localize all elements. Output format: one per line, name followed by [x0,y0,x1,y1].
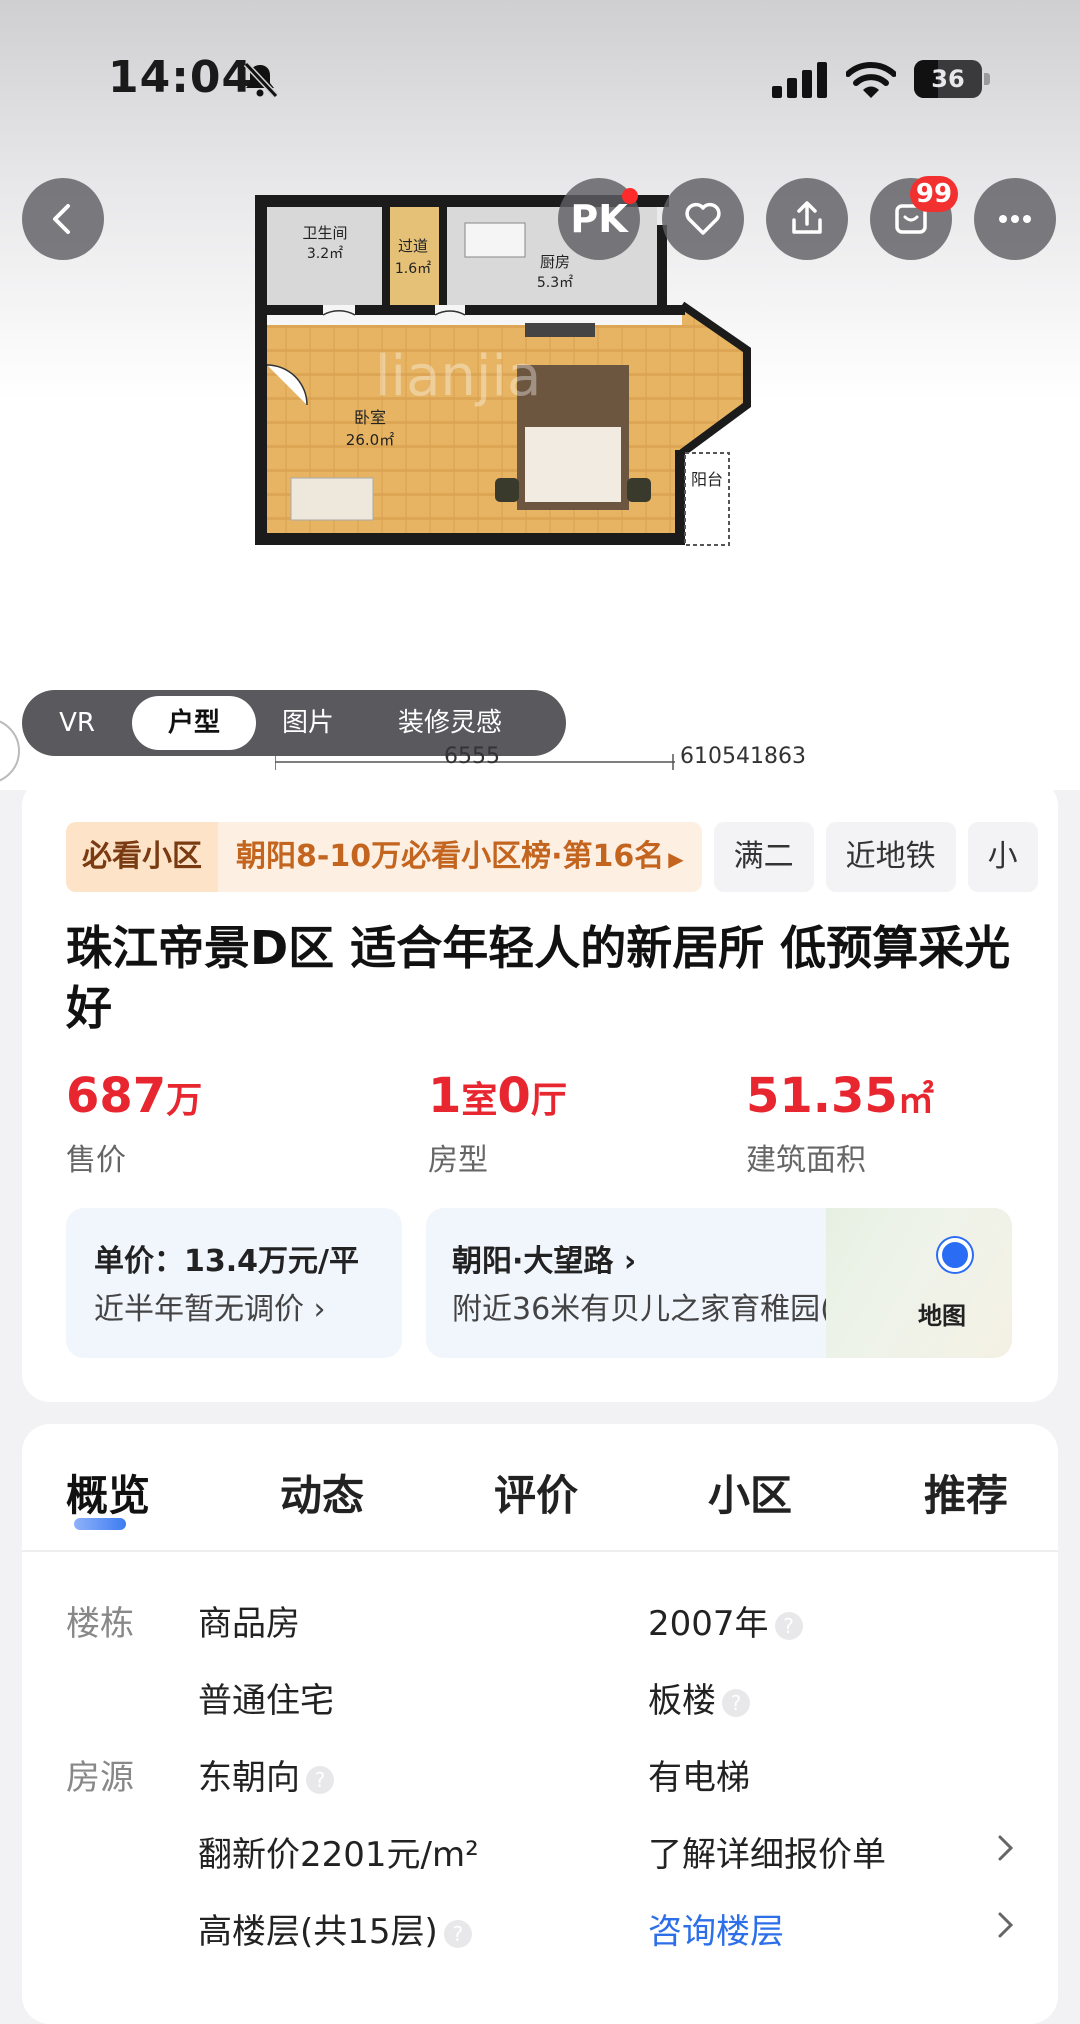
chevron-right-icon: › [313,1292,326,1327]
media-tab-photos[interactable]: 图片 [256,696,360,750]
tab-reviews[interactable]: 评价 [494,1462,578,1523]
tag-chip: 近地铁 [825,822,956,892]
more-dots-icon [999,215,1031,223]
dimension-right: 610541863 [680,744,806,769]
location-box[interactable]: 朝阳·大望路 › 附近36米有贝儿之家育稚园(... 地图 [426,1208,1012,1358]
price-value: 687 [66,1068,167,1124]
rank-tag[interactable]: 必看小区 朝阳8-10万必看小区榜·第16名 ▶ [66,822,702,892]
floorplan-room-name: 卫生间 [302,224,347,242]
more-button[interactable] [974,178,1056,260]
listing-title: 珠江帝景D区 适合年轻人的新居所 低预算采光好 [66,921,1011,1035]
layout-label: 房型 [428,1143,488,1178]
stat-area: 51.35㎡ 建筑面积 [746,1068,934,1179]
floorplan-room-area: 5.3㎡ [537,275,573,291]
notification-dot [622,188,638,204]
hero-media: 14:04 36 卫生间 3.2㎡ 过道 1.6㎡ 厨房 5.3㎡ 卧室 26.… [0,0,1080,790]
message-count-badge: 99 [910,176,958,212]
share-button[interactable] [766,178,848,260]
source-label: 房源 [66,1758,134,1798]
detail-card: 概览 动态 评价 小区 推荐 楼栋 房源 商品房 2007年? 普通住宅 板楼?… [22,1424,1058,2024]
back-button[interactable] [22,178,104,260]
usage-type: 普通住宅 [198,1681,334,1721]
floorplan-image[interactable]: 卫生间 3.2㎡ 过道 1.6㎡ 厨房 5.3㎡ 卧室 26.0㎡ 阳台 lia… [255,195,835,555]
layout-halls-unit: 厅 [530,1080,567,1121]
floorplan-room-area: 26.0㎡ [346,431,394,449]
media-tab-decor[interactable]: 装修灵感 [360,696,540,750]
price-unit: 万 [166,1080,203,1121]
chevron-right-icon[interactable] [994,1908,1018,1942]
floorplan-room-name: 卧室 [354,408,386,427]
chevron-right-icon[interactable] [994,1831,1018,1865]
help-icon[interactable]: ? [306,1765,334,1794]
layout-rooms-unit: 室 [461,1080,498,1121]
map-label: 地图 [918,1302,966,1330]
status-bar: 14:04 36 [0,0,1080,160]
floorplan-room-name: 过道 [398,237,428,255]
unit-price-box[interactable]: 单价：13.4万元/平 近半年暂无调价 › [66,1208,402,1358]
tag-chip: 满二 [713,822,814,892]
price-label: 售价 [66,1143,126,1178]
partial-avatar [0,718,20,784]
price-quote-link[interactable]: 了解详细报价单 [648,1827,886,1876]
floorplan-room-name: 阳台 [691,470,723,489]
cellular-signal-icon [772,62,827,98]
consult-floor-link[interactable]: 咨询楼层 [648,1904,784,1953]
pk-compare-button[interactable]: PK [558,178,640,260]
floorplan-watermark: lianjia [375,344,541,409]
chevron-right-icon: › [623,1244,637,1279]
battery-icon: 36 [914,60,992,100]
bell-mute-icon [243,61,279,99]
layout-rooms: 1 [428,1068,462,1124]
unit-price: 单价：13.4万元/平 [94,1244,359,1279]
tab-recommend[interactable]: 推荐 [924,1462,1008,1523]
media-tab-vr[interactable]: VR [22,696,132,750]
floorplan-room-area: 3.2㎡ [307,246,343,262]
map-pin-icon [938,1238,972,1272]
chevron-left-icon [53,204,70,234]
building-type: 板楼 [648,1681,716,1721]
battery-level: 36 [931,65,965,93]
favorite-button[interactable] [662,178,744,260]
section-tab-bar: 概览 动态 评价 小区 推荐 [22,1424,1058,1552]
wifi-icon [846,62,896,98]
tags-row: 必看小区 朝阳8-10万必看小区榜·第16名 ▶ 满二 近地铁小 [66,822,1058,892]
heart-icon [685,202,721,235]
area-label: 建筑面积 [746,1143,866,1178]
help-icon[interactable]: ? [722,1688,750,1717]
price-change-note: 近半年暂无调价 [94,1292,304,1327]
active-tab-indicator [74,1518,126,1530]
build-year: 2007年 [648,1604,769,1644]
stat-price: 687万 售价 [66,1068,202,1179]
stat-layout: 1室0厅 房型 [428,1068,567,1179]
rank-tag-body: 朝阳8-10万必看小区榜·第16名 [236,839,665,874]
floorplan-room-name: 厨房 [540,253,570,271]
messages-button[interactable]: 99 [870,176,958,260]
area-unit: ㎡ [897,1080,934,1121]
elevator: 有电梯 [648,1758,750,1798]
listing-info-card: 必看小区 朝阳8-10万必看小区榜·第16名 ▶ 满二 近地铁小 珠江帝景D区 适合… [22,778,1058,1402]
layout-halls: 0 [497,1068,531,1124]
triangle-right-icon: ▶ [668,847,684,871]
renovation-price: 翻新价2201元/m² [198,1835,479,1875]
building-label: 楼栋 [66,1604,134,1644]
status-time: 14:04 [108,52,254,103]
help-icon[interactable]: ? [774,1611,803,1640]
floorplan-room-area: 1.6㎡ [395,261,431,277]
rank-tag-head: 必看小区 [66,822,218,892]
orientation: 东朝向 [198,1758,300,1798]
tag-chip: 小 [967,822,1038,892]
tab-community[interactable]: 小区 [708,1462,792,1523]
property-type: 商品房 [198,1604,300,1644]
pk-label: PK [570,197,628,241]
map-thumbnail[interactable]: 地图 [826,1208,1012,1358]
floor-level: 高楼层(共15层) [198,1912,438,1952]
share-upload-icon [792,201,822,234]
media-tab-floorplan[interactable]: 户型 [132,696,256,750]
tab-news[interactable]: 动态 [280,1462,364,1523]
location-name: 朝阳·大望路 [452,1244,614,1279]
tab-overview[interactable]: 概览 [66,1462,150,1523]
help-icon[interactable]: ? [443,1919,472,1948]
dimension-left: 6555 [444,744,500,769]
area-value: 51.35 [746,1068,898,1124]
